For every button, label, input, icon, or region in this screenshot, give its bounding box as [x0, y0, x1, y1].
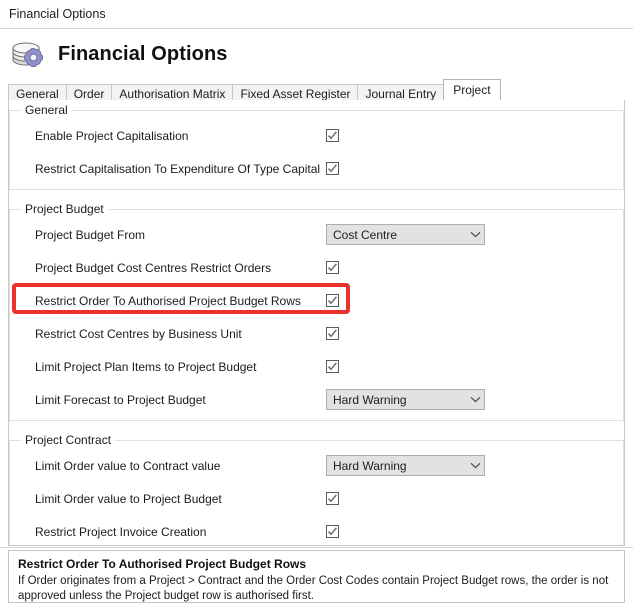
window-titlebar: Financial Options — [0, 0, 633, 28]
row-restrict-project-invoice-creation[interactable]: Restrict Project Invoice Creation — [10, 521, 623, 542]
dropdown-project-budget-from-value: Cost Centre — [333, 227, 398, 242]
label-restrict-cost-centres-by-business-unit: Restrict Cost Centres by Business Unit — [35, 326, 242, 341]
group-project-budget-legend: Project Budget — [21, 202, 108, 216]
row-limit-order-value-to-contract-value[interactable]: Limit Order value to Contract value Hard… — [10, 455, 623, 476]
page-title: Financial Options — [58, 42, 228, 65]
checkbox-restrict-order-to-authorised-project-budget-rows[interactable] — [326, 294, 339, 307]
group-project-contract-legend: Project Contract — [21, 433, 116, 447]
help-panel-body: If Order originates from a Project > Con… — [18, 575, 609, 602]
dropdown-limit-forecast-to-project-budget-value: Hard Warning — [333, 392, 407, 407]
chevron-down-icon — [466, 390, 484, 409]
help-panel: Restrict Order To Authorised Project Bud… — [8, 550, 625, 603]
checkbox-limit-project-plan-items-to-project-budget[interactable] — [326, 360, 339, 373]
group-general: General Enable Project Capitalisation Re… — [9, 103, 624, 190]
group-project-budget-body: Project Budget From Cost Centre Project … — [10, 210, 623, 420]
checkbox-project-budget-cost-centres-restrict-orders[interactable] — [326, 261, 339, 274]
row-limit-order-value-to-project-budget[interactable]: Limit Order value to Project Budget — [10, 488, 623, 509]
label-project-budget-from: Project Budget From — [35, 227, 146, 242]
checkbox-limit-order-value-to-project-budget[interactable] — [326, 492, 339, 505]
label-project-budget-cost-centres-restrict-orders: Project Budget Cost Centres Restrict Ord… — [35, 260, 272, 275]
group-general-body: Enable Project Capitalisation Restrict C… — [10, 111, 623, 189]
row-limit-project-plan-items-to-project-budget[interactable]: Limit Project Plan Items to Project Budg… — [10, 356, 623, 377]
label-limit-order-value-to-contract-value: Limit Order value to Contract value — [35, 458, 221, 473]
tab-project[interactable]: Project — [443, 79, 501, 100]
dropdown-limit-order-value-to-contract-value-value: Hard Warning — [333, 458, 407, 473]
label-restrict-project-invoice-creation: Restrict Project Invoice Creation — [35, 524, 207, 539]
checkbox-restrict-capitalisation-to-expenditure[interactable] — [326, 162, 339, 175]
label-enable-project-capitalisation: Enable Project Capitalisation — [35, 128, 189, 143]
dropdown-limit-forecast-to-project-budget[interactable]: Hard Warning — [326, 389, 485, 410]
row-restrict-capitalisation-to-expenditure[interactable]: Restrict Capitalisation To Expenditure O… — [10, 158, 623, 179]
group-project-budget: Project Budget Project Budget From Cost … — [9, 202, 624, 421]
tab-strip: General Order Authorisation Matrix Fixed… — [8, 79, 625, 102]
window-title: Financial Options — [9, 7, 106, 21]
dropdown-project-budget-from[interactable]: Cost Centre — [326, 224, 485, 245]
label-limit-project-plan-items-to-project-budget: Limit Project Plan Items to Project Budg… — [35, 359, 257, 374]
group-project-contract-body: Limit Order value to Contract value Hard… — [10, 441, 623, 545]
row-enable-project-capitalisation[interactable]: Enable Project Capitalisation — [10, 125, 623, 146]
label-restrict-order-to-authorised-project-budget-rows: Restrict Order To Authorised Project Bud… — [35, 293, 301, 308]
label-restrict-capitalisation-to-expenditure: Restrict Capitalisation To Expenditure O… — [35, 161, 321, 176]
checkbox-restrict-project-invoice-creation[interactable] — [326, 525, 339, 538]
dropdown-limit-order-value-to-contract-value[interactable]: Hard Warning — [326, 455, 485, 476]
row-project-budget-cost-centres-restrict-orders[interactable]: Project Budget Cost Centres Restrict Ord… — [10, 257, 623, 278]
help-panel-divider — [0, 547, 633, 548]
settings-scroll-pane[interactable]: General Enable Project Capitalisation Re… — [8, 100, 625, 546]
label-limit-order-value-to-project-budget: Limit Order value to Project Budget — [35, 491, 222, 506]
help-panel-title: Restrict Order To Authorised Project Bud… — [18, 557, 307, 571]
row-restrict-cost-centres-by-business-unit[interactable]: Restrict Cost Centres by Business Unit — [10, 323, 623, 344]
chevron-down-icon — [466, 225, 484, 244]
checkbox-restrict-cost-centres-by-business-unit[interactable] — [326, 327, 339, 340]
chevron-down-icon — [466, 456, 484, 475]
group-general-legend: General — [21, 103, 72, 117]
checkbox-enable-project-capitalisation[interactable] — [326, 129, 339, 142]
label-limit-forecast-to-project-budget: Limit Forecast to Project Budget — [35, 392, 206, 407]
coins-gear-icon — [8, 34, 50, 74]
row-limit-forecast-to-project-budget[interactable]: Limit Forecast to Project Budget Hard Wa… — [10, 389, 623, 410]
row-restrict-order-to-authorised-project-budget-rows[interactable]: Restrict Order To Authorised Project Bud… — [10, 283, 623, 314]
group-project-contract: Project Contract Limit Order value to Co… — [9, 433, 624, 545]
row-project-budget-from[interactable]: Project Budget From Cost Centre — [10, 224, 623, 245]
settings-content: General Enable Project Capitalisation Re… — [9, 103, 624, 545]
page-header: Financial Options — [0, 29, 633, 79]
